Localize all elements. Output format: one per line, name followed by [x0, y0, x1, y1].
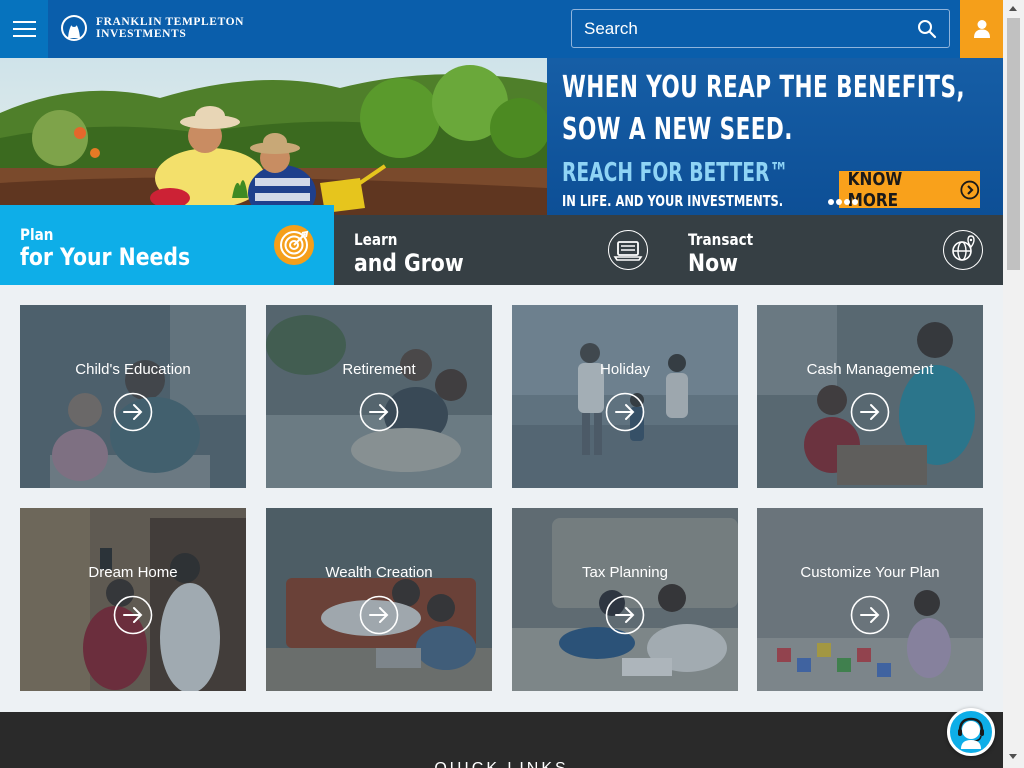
arrow-right-circle-icon[interactable] [359, 392, 399, 432]
carousel-dots [828, 199, 858, 205]
goal-card-customize-your-plan[interactable]: Customize Your Plan [757, 508, 983, 691]
goal-label: Dream Home [88, 564, 178, 581]
banner-headline-2: SOW A NEW SEED. [562, 112, 793, 147]
banner-photo-children-planting [0, 58, 547, 215]
tab-transact-line1: Transact [688, 230, 754, 249]
tab-transact-now[interactable]: Transact Now [668, 215, 1003, 285]
goal-card-wealth-creation[interactable]: Wealth Creation [266, 508, 492, 691]
user-login-button[interactable] [960, 0, 1003, 58]
search-placeholder: Search [584, 18, 638, 38]
hamburger-menu-icon[interactable] [0, 0, 48, 58]
arrow-right-circle-icon[interactable] [359, 595, 399, 635]
scrollbar-thumb[interactable] [1007, 18, 1020, 270]
goal-label: Wealth Creation [325, 564, 433, 581]
quick-links-heading: QUICK LINKS [0, 760, 1003, 768]
know-more-button[interactable]: KNOW MORE [839, 169, 980, 211]
carousel-dot[interactable] [852, 199, 858, 205]
globe-icon [943, 230, 983, 270]
goal-label: Holiday [599, 361, 651, 378]
goal-card-childs-education[interactable]: Child's Education [20, 305, 246, 488]
goal-label: Child's Education [75, 361, 191, 378]
goal-card-retirement[interactable]: Retirement [266, 305, 492, 488]
tab-plan-line2: for Your Needs [20, 243, 191, 271]
quick-links-section: QUICK LINKS [0, 712, 1003, 768]
franklin-templeton-logo[interactable]: FRANKLIN TEMPLETON INVESTMENTS [58, 14, 244, 42]
tab-plan-for-your-needs[interactable]: Plan for Your Needs [0, 205, 334, 285]
laptop-icon [608, 230, 648, 270]
carousel-dot[interactable] [844, 199, 850, 205]
search-icon[interactable] [917, 19, 937, 39]
goal-label: Customize Your Plan [800, 564, 940, 581]
arrow-right-circle-icon[interactable] [113, 392, 153, 432]
arrow-right-circle-icon[interactable] [113, 595, 153, 635]
tab-learn-line1: Learn [354, 230, 398, 249]
arrow-right-circle-icon[interactable] [850, 392, 890, 432]
carousel-dot[interactable] [836, 199, 842, 205]
tab-transact-line2: Now [688, 249, 738, 277]
carousel-dot[interactable] [828, 199, 834, 205]
target-icon [274, 225, 314, 265]
arrow-right-circle-icon[interactable] [850, 595, 890, 635]
scroll-up-arrow-icon[interactable] [1009, 6, 1017, 11]
goal-card-dream-home[interactable]: Dream Home [20, 508, 246, 691]
banner-headline-1: WHEN YOU REAP THE BENEFITS, [562, 70, 965, 105]
goal-card-holiday[interactable]: Holiday [512, 305, 738, 488]
logo-line-2: INVESTMENTS [96, 28, 187, 40]
goal-card-tax-planning[interactable]: Tax Planning [512, 508, 738, 691]
hero-banner[interactable]: WHEN YOU REAP THE BENEFITS, SOW A NEW SE… [0, 58, 1003, 215]
tab-learn-and-grow[interactable]: Learn and Grow [334, 215, 668, 285]
logo-emblem-icon [61, 15, 87, 41]
logo-line-1: FRANKLIN TEMPLETON [96, 16, 245, 28]
goal-card-cash-management[interactable]: Cash Management [757, 305, 983, 488]
page-scrollbar[interactable] [1003, 0, 1024, 768]
goal-label: Tax Planning [582, 564, 668, 581]
banner-reach-for-better: REACH FOR BETTER™ [562, 158, 789, 188]
arrow-right-circle-icon[interactable] [605, 392, 645, 432]
site-header: FRANKLIN TEMPLETON INVESTMENTS Search [0, 0, 1003, 58]
user-icon [973, 20, 990, 38]
banner-message-panel: WHEN YOU REAP THE BENEFITS, SOW A NEW SE… [547, 58, 1003, 215]
tab-plan-line1: Plan [20, 225, 54, 244]
arrow-right-circle-icon[interactable] [605, 595, 645, 635]
section-tabs: Plan for Your Needs Learn and Grow Trans… [0, 205, 1003, 285]
arrow-circle-right-icon [960, 180, 980, 199]
scroll-down-arrow-icon[interactable] [1009, 754, 1017, 759]
tab-learn-line2: and Grow [354, 249, 464, 277]
goal-label: Cash Management [806, 361, 934, 378]
search-input[interactable]: Search [571, 9, 950, 48]
goal-label: Retirement [342, 361, 416, 378]
support-agent-icon [958, 717, 984, 749]
chat-support-button[interactable] [947, 708, 995, 756]
